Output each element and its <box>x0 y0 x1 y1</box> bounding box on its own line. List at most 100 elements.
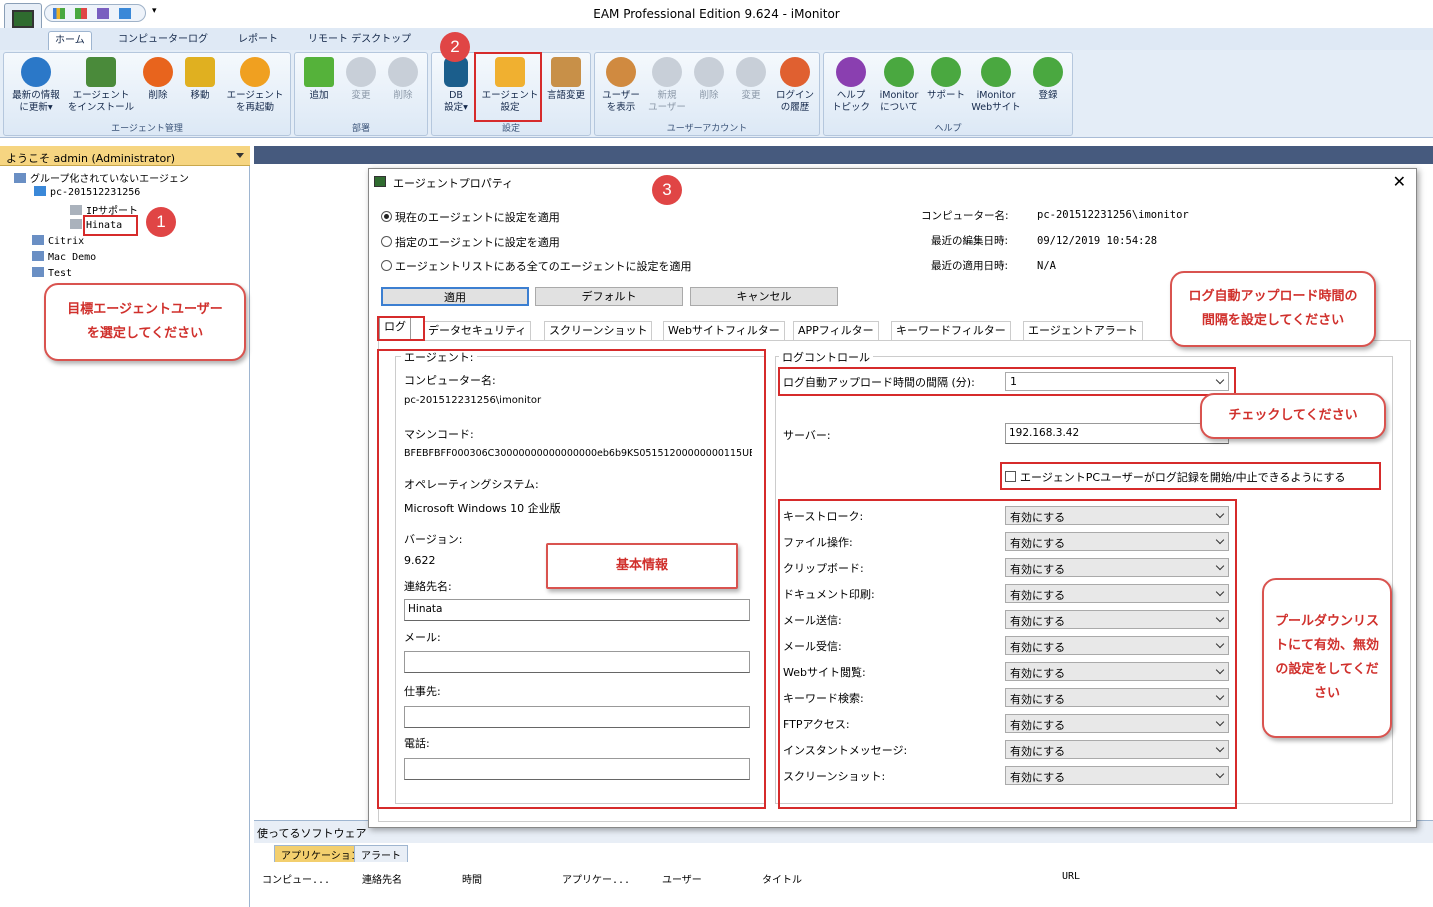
column-header[interactable]: アプリケー... <box>562 871 630 886</box>
move-agent-button[interactable]: 移動 <box>182 57 218 102</box>
log-item-select[interactable]: 有効にする <box>1005 558 1229 577</box>
help-topic-button[interactable]: ヘルプ トピック <box>828 57 874 114</box>
register-button[interactable]: 登録 <box>1028 57 1068 102</box>
about-icon <box>884 57 914 87</box>
highlight-upload-interval <box>778 367 1236 396</box>
tree-node[interactable]: グループ化されていないエージェン <box>14 170 189 185</box>
info-label: 最近の適用日時: <box>931 260 1009 272</box>
tab-app-filter[interactable]: APPフィルター <box>793 321 879 340</box>
callout-pulldown: プールダウンリストにて有効、無効の設定をしてください <box>1262 578 1392 738</box>
quick-access-toolbar <box>44 4 146 22</box>
column-header[interactable]: 連絡先名 <box>362 871 402 886</box>
server-input[interactable]: 192.168.3.42 <box>1005 423 1229 444</box>
new-user-button[interactable]: 新規 ユーザー <box>645 57 689 114</box>
log-item-select[interactable]: 有効にする <box>1005 740 1229 759</box>
callout-upload-interval: ログ自動アップロード時間の間隔を設定してください <box>1170 271 1376 347</box>
stats-icon[interactable] <box>97 8 109 19</box>
radio-apply-specified[interactable]: 指定のエージェントに設定を適用 <box>381 234 560 250</box>
log-item-select[interactable]: 有効にする <box>1005 610 1229 629</box>
add-department-button[interactable]: 追加 <box>301 57 337 102</box>
refresh-button[interactable]: 最新の情報 に更新▾ <box>8 57 64 114</box>
tab-report[interactable]: レポート <box>232 31 284 50</box>
delete-user-button[interactable]: 削除 <box>691 57 727 102</box>
apply-button[interactable]: 適用 <box>381 287 529 306</box>
chevron-down-icon <box>1215 561 1225 571</box>
tab-website-filter[interactable]: Webサイトフィルター <box>663 321 785 340</box>
log-item-select[interactable]: 有効にする <box>1005 766 1229 785</box>
db-settings-button[interactable]: DB 設定▾ <box>436 57 476 114</box>
log-item-select[interactable]: 有効にする <box>1005 662 1229 681</box>
tree-node[interactable]: Citrix <box>32 235 84 247</box>
default-button[interactable]: デフォルト <box>535 287 683 306</box>
step-3-badge: 3 <box>652 175 682 205</box>
tab-alert[interactable]: アラート <box>354 845 408 862</box>
radio-apply-all[interactable]: エージェントリストにある全てのエージェントに設定を適用 <box>381 258 692 274</box>
log-item-select[interactable]: 有効にする <box>1005 506 1229 525</box>
group-icon <box>14 173 26 183</box>
group-title: ログコントロール <box>779 349 873 365</box>
language-button[interactable]: 言語変更 <box>544 57 588 102</box>
delete-dept-icon <box>388 57 418 87</box>
agent-tree-panel: ようこそ admin (Administrator) グループ化されていないエー… <box>0 146 250 907</box>
delete-department-button[interactable]: 削除 <box>385 57 421 102</box>
help-icon <box>836 57 866 87</box>
radio-apply-current[interactable]: 現在のエージェントに設定を適用 <box>381 209 560 225</box>
info-value: 09/12/2019 10:54:28 <box>1037 235 1158 247</box>
column-header[interactable]: コンピュー... <box>262 871 330 886</box>
chevron-down-icon <box>1215 613 1225 623</box>
group-label: 設定 <box>501 124 520 134</box>
tab-agent-alert[interactable]: エージェントアラート <box>1023 321 1143 340</box>
column-header[interactable]: URL <box>1062 871 1080 882</box>
radio-icon <box>381 236 392 247</box>
tab-screenshot[interactable]: スクリーンショット <box>544 321 653 340</box>
close-icon[interactable]: ✕ <box>1393 172 1406 191</box>
cancel-button[interactable]: キャンセル <box>690 287 838 306</box>
tree-node[interactable]: Mac Demo <box>32 251 96 263</box>
delete-user-icon <box>694 57 724 87</box>
website-button[interactable]: iMonitor Webサイト <box>968 57 1024 114</box>
group-label: エージェント管理 <box>111 124 183 134</box>
log-item-label: FTPアクセス: <box>783 718 850 731</box>
tab-home[interactable]: ホーム <box>48 31 92 50</box>
log-item-label: ファイル操作: <box>783 536 853 549</box>
column-header[interactable]: ユーザー <box>662 871 702 886</box>
tab-keyword-filter[interactable]: キーワードフィルター <box>891 321 1011 340</box>
group-help: ヘルプ トピック iMonitor について サポート iMonitor Webサイト… <box>823 52 1073 136</box>
edit-user-button[interactable]: 変更 <box>733 57 769 102</box>
show-users-button[interactable]: ユーザー を表示 <box>597 57 645 114</box>
report-icon[interactable] <box>75 8 87 19</box>
computer-icon <box>34 186 46 196</box>
chevron-down-icon <box>1215 743 1225 753</box>
welcome-dropdown[interactable]: ようこそ admin (Administrator) <box>0 146 250 166</box>
tree-node[interactable]: pc-201512231256 <box>34 186 140 198</box>
login-history-button[interactable]: ログイン の履歴 <box>773 57 817 114</box>
step-2-badge: 2 <box>440 32 470 62</box>
column-header[interactable]: タイトル <box>762 871 802 886</box>
customize-qat-icon[interactable]: ▾ <box>152 6 157 16</box>
edit-department-button[interactable]: 変更 <box>343 57 379 102</box>
tree-node[interactable]: Test <box>32 267 72 279</box>
log-item-select[interactable]: 有効にする <box>1005 714 1229 733</box>
restart-agent-button[interactable]: エージェント を再起動 <box>222 57 288 114</box>
ribbon: 最新の情報 に更新▾ エージェント をインストール 削除 移動 エージェント を再起動… <box>0 50 1433 138</box>
tab-data-security[interactable]: データセキュリティ <box>423 321 532 340</box>
log-item-select[interactable]: 有効にする <box>1005 688 1229 707</box>
about-button[interactable]: iMonitor について <box>874 57 924 114</box>
log-item-select[interactable]: 有効にする <box>1005 584 1229 603</box>
chevron-down-icon <box>236 153 244 158</box>
callout-basic-info: 基本情報 <box>546 543 738 589</box>
monitor-icon[interactable] <box>119 8 131 19</box>
highlight-checkbox <box>1000 462 1381 490</box>
agent-properties-dialog: エージェントプロパティ ✕ 現在のエージェントに設定を適用 指定のエージェントに… <box>368 168 1417 828</box>
column-header[interactable]: 時間 <box>462 871 482 886</box>
install-agent-button[interactable]: エージェント をインストール <box>66 57 136 114</box>
tab-computer-log[interactable]: コンピューターログ <box>112 31 214 50</box>
tab-remote-desktop[interactable]: リモート デスクトップ <box>302 31 417 50</box>
delete-agent-button[interactable]: 削除 <box>140 57 176 102</box>
log-item-select[interactable]: 有効にする <box>1005 532 1229 551</box>
chevron-down-icon <box>1215 535 1225 545</box>
support-button[interactable]: サポート <box>924 57 968 102</box>
group-agent-management: 最新の情報 に更新▾ エージェント をインストール 削除 移動 エージェント を再起動… <box>3 52 291 136</box>
log-item-select[interactable]: 有効にする <box>1005 636 1229 655</box>
chart-icon[interactable] <box>53 8 65 19</box>
